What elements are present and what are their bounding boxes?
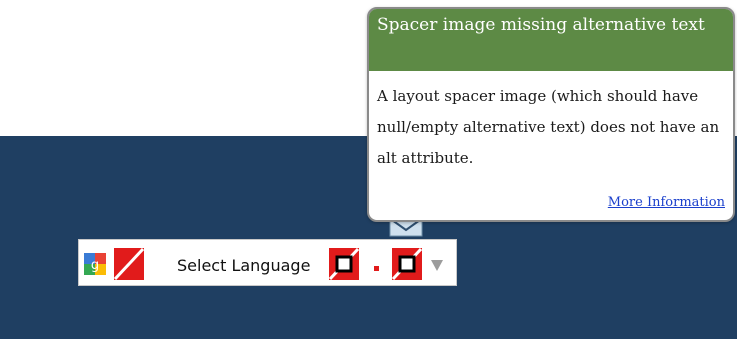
accessibility-tooltip: Spacer image missing alternative text A … [367, 7, 735, 222]
broken-image-icon [329, 248, 359, 280]
tooltip-title: Spacer image missing alternative text [369, 9, 733, 71]
google-g-icon: g [84, 253, 106, 275]
dropdown-arrow-icon[interactable] [431, 260, 443, 271]
broken-image-icon [392, 248, 422, 280]
more-information-link[interactable]: More Information [608, 195, 725, 210]
broken-image-icon [114, 248, 144, 280]
google-translate-widget[interactable]: g Select Language [78, 239, 457, 286]
select-language-label[interactable]: Select Language [177, 256, 310, 275]
spacer-image-marker [374, 266, 379, 271]
tooltip-description: A layout spacer image (which should have… [377, 87, 720, 167]
page-canvas: g Select Language Spacer image missing a… [0, 0, 737, 339]
svg-text:g: g [91, 258, 99, 273]
